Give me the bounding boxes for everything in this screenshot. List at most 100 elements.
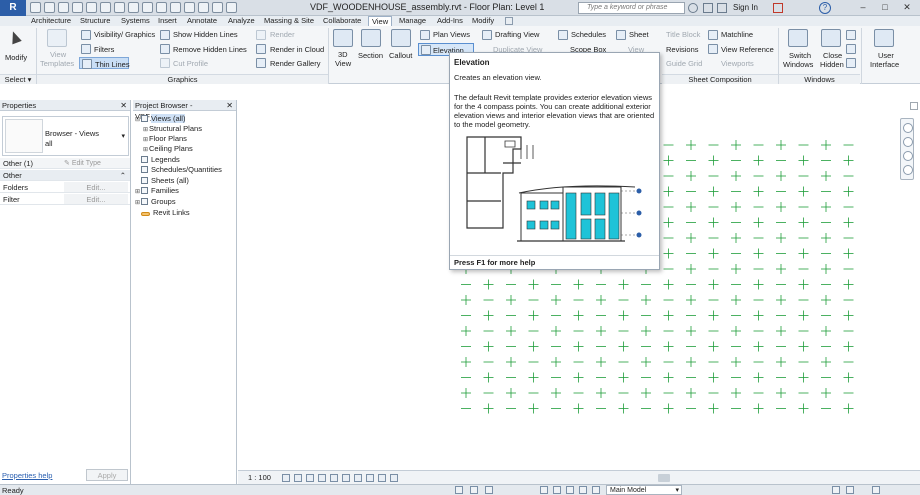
- 3d-view-label-2[interactable]: View: [335, 59, 351, 68]
- tab-add-ins[interactable]: Add-Ins: [437, 16, 463, 26]
- sign-in-link[interactable]: Sign In: [733, 3, 758, 12]
- close-hidden-label-1[interactable]: Close: [823, 51, 842, 60]
- maximize-icon[interactable]: □: [874, 0, 896, 14]
- tab-manage[interactable]: Manage: [399, 16, 426, 26]
- render-button[interactable]: Render: [270, 30, 295, 39]
- view-cube-icon[interactable]: [903, 123, 913, 133]
- design-options-icon[interactable]: [485, 486, 493, 494]
- tree-item-sheets[interactable]: Sheets (all): [135, 176, 189, 186]
- group-other-header[interactable]: Other ⌃: [0, 170, 130, 181]
- default-3d-icon[interactable]: [170, 2, 181, 13]
- lock-3d-icon[interactable]: [354, 474, 362, 482]
- view-scale[interactable]: 1 : 100: [248, 473, 271, 482]
- tree-item-ceiling-plans[interactable]: ⊞Ceiling Plans: [143, 144, 193, 154]
- title-block-button[interactable]: Title Block: [666, 30, 700, 39]
- visibility-graphics-button[interactable]: Visibility/ Graphics: [94, 30, 155, 39]
- pan-icon[interactable]: [903, 165, 913, 175]
- ribbon-minimize-icon[interactable]: [505, 17, 513, 25]
- tree-item-legends[interactable]: Legends: [135, 155, 180, 165]
- tree-item-views[interactable]: ⊟ Views (all): [135, 114, 186, 124]
- analytical-model-icon[interactable]: [390, 474, 398, 482]
- sheet-button[interactable]: Sheet: [629, 30, 649, 39]
- render-gallery-button[interactable]: Render Gallery: [270, 59, 320, 68]
- steering-wheel-icon[interactable]: [903, 137, 913, 147]
- tree-item-floor-plans[interactable]: ⊞Floor Plans: [143, 134, 187, 144]
- zoom-icon[interactable]: [903, 151, 913, 161]
- select-pinned-icon[interactable]: [566, 486, 574, 494]
- close-icon[interactable]: ✕: [896, 0, 918, 14]
- drag-elements-icon[interactable]: [592, 486, 600, 494]
- tab-architecture[interactable]: Architecture: [31, 16, 71, 26]
- thin-lines-toggle[interactable]: Thin Lines: [79, 57, 130, 69]
- folders-edit-button[interactable]: Edit...: [64, 182, 128, 192]
- tree-item-schedules[interactable]: Schedules/Quantities: [135, 165, 222, 175]
- cascade-icon[interactable]: [846, 44, 856, 54]
- close-icon[interactable]: ✕: [120, 100, 127, 111]
- instance-filter-row[interactable]: Other (1) ✎ Edit Type: [0, 158, 130, 169]
- modify-button[interactable]: Modify: [2, 29, 28, 65]
- select-underlay-icon[interactable]: [553, 486, 561, 494]
- tab-systems[interactable]: Systems: [121, 16, 150, 26]
- tree-item-structural-plans[interactable]: ⊞Structural Plans: [143, 124, 202, 134]
- apply-button[interactable]: Apply: [86, 469, 128, 481]
- temp-hide-icon[interactable]: [366, 474, 374, 482]
- exchange-apps-icon[interactable]: [773, 3, 783, 13]
- section-icon[interactable]: [184, 2, 195, 13]
- application-menu-button[interactable]: R: [0, 0, 26, 16]
- redo-icon[interactable]: [86, 2, 97, 13]
- active-model-select[interactable]: Main Model ▾: [606, 485, 682, 495]
- section-button[interactable]: Section: [358, 51, 383, 60]
- filters-button[interactable]: Filters: [94, 45, 114, 54]
- thin-lines-icon[interactable]: [198, 2, 209, 13]
- replicate-icon[interactable]: [846, 30, 856, 40]
- switch-windows-label-1[interactable]: Switch: [789, 51, 811, 60]
- select-by-face-icon[interactable]: [579, 486, 587, 494]
- filter-edit-button[interactable]: Edit...: [64, 194, 128, 204]
- type-selector[interactable]: Browser - Views all ▾: [2, 116, 129, 156]
- view-templates-label-2[interactable]: Templates: [40, 59, 74, 68]
- user-interface-label-2[interactable]: Interface: [870, 60, 899, 69]
- favorites-icon[interactable]: [717, 3, 727, 13]
- close-icon[interactable]: ✕: [226, 100, 233, 111]
- matchline-button[interactable]: Matchline: [721, 30, 753, 39]
- print-icon[interactable]: [100, 2, 111, 13]
- view-templates-label-1[interactable]: View: [50, 50, 66, 59]
- editable-only-icon[interactable]: [470, 486, 478, 494]
- viewports-button[interactable]: Viewports: [721, 59, 754, 68]
- shadows-icon[interactable]: [318, 474, 326, 482]
- properties-help-link[interactable]: Properties help: [2, 471, 52, 480]
- tree-item-families[interactable]: ⊞ Families: [135, 186, 179, 196]
- panel-select-title[interactable]: Select ▾: [0, 74, 36, 84]
- switch-windows-icon[interactable]: [226, 2, 237, 13]
- user-interface-label-1[interactable]: User: [878, 51, 894, 60]
- close-hidden-label-2[interactable]: Hidden: [820, 60, 844, 69]
- tab-view[interactable]: View: [368, 16, 393, 26]
- edit-type-button[interactable]: ✎ Edit Type: [64, 158, 101, 169]
- tag-icon[interactable]: [142, 2, 153, 13]
- selection-filter-icon[interactable]: [872, 486, 880, 494]
- undo-icon[interactable]: [72, 2, 83, 13]
- show-hidden-lines-button[interactable]: Show Hidden Lines: [173, 30, 238, 39]
- reveal-hidden-icon[interactable]: [378, 474, 386, 482]
- filter-icon[interactable]: [846, 486, 854, 494]
- sync-icon[interactable]: [58, 2, 69, 13]
- switch-windows-label-2[interactable]: Windows: [783, 60, 813, 69]
- tab-insert[interactable]: Insert: [158, 16, 177, 26]
- drafting-view-button[interactable]: Drafting View: [495, 30, 539, 39]
- minimize-icon[interactable]: –: [852, 0, 874, 14]
- tab-collaborate[interactable]: Collaborate: [323, 16, 361, 26]
- remove-hidden-lines-button[interactable]: Remove Hidden Lines: [173, 45, 247, 54]
- save-icon[interactable]: [44, 2, 55, 13]
- view-reference-button[interactable]: View Reference: [721, 45, 774, 54]
- detail-level-icon[interactable]: [282, 474, 290, 482]
- callout-button[interactable]: Callout: [389, 51, 412, 60]
- cut-profile-button[interactable]: Cut Profile: [173, 59, 208, 68]
- show-crop-icon[interactable]: [342, 474, 350, 482]
- close-hidden-icon[interactable]: [212, 2, 223, 13]
- measure-icon[interactable]: [114, 2, 125, 13]
- tab-analyze[interactable]: Analyze: [228, 16, 255, 26]
- guide-grid-button[interactable]: Guide Grid: [666, 59, 702, 68]
- dimension-icon[interactable]: [128, 2, 139, 13]
- visual-style-icon[interactable]: [294, 474, 302, 482]
- 3d-view-label-1[interactable]: 3D: [338, 50, 348, 59]
